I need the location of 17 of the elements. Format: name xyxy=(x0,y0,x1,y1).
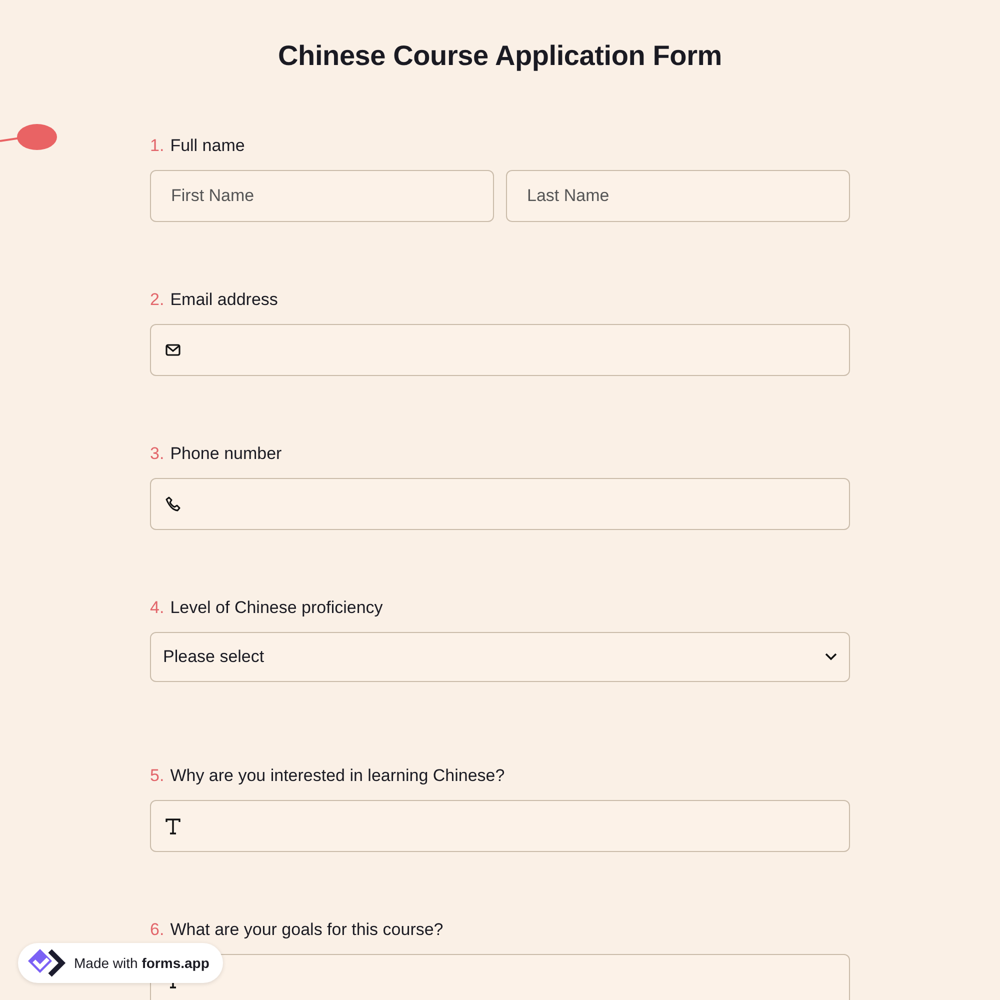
name-field[interactable]: Last Name xyxy=(506,170,850,222)
form-title: Chinese Course Application Form xyxy=(278,40,722,72)
question-label: Phone number xyxy=(170,444,282,464)
question-number: 1. xyxy=(150,136,164,156)
made-with-badge[interactable]: Made with forms.app xyxy=(18,943,224,983)
question-label: Email address xyxy=(170,290,278,310)
name-field[interactable]: First Name xyxy=(150,170,494,222)
question-number: 2. xyxy=(150,290,164,310)
dropdown[interactable]: Please select xyxy=(150,632,850,682)
question-label: Full name xyxy=(170,136,245,156)
question-number: 6. xyxy=(150,920,164,940)
question-label: Why are you interested in learning Chinese? xyxy=(170,766,505,786)
question-number: 3. xyxy=(150,444,164,464)
question-number: 4. xyxy=(150,598,164,618)
question-label: What are your goals for this course? xyxy=(170,920,444,940)
question-number: 5. xyxy=(150,766,164,786)
question-label: Level of Chinese proficiency xyxy=(170,598,383,618)
